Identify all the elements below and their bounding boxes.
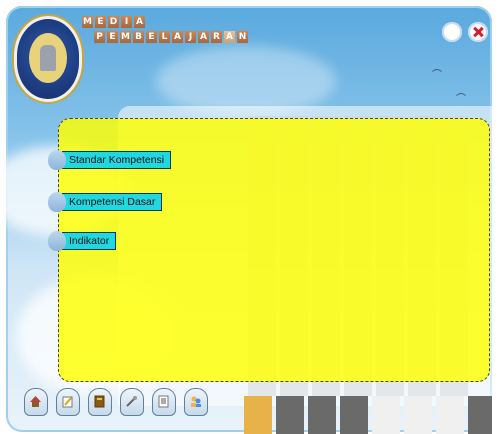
footer-tile: [372, 396, 400, 434]
title-letter-tile: A: [224, 31, 235, 43]
footer-tile: [244, 396, 272, 434]
users-icon: [191, 396, 201, 407]
title-letter-tile: E: [95, 16, 106, 28]
bird-icon: ⌒: [456, 94, 466, 105]
pencil-icon: [62, 396, 73, 408]
menu-label[interactable]: Standar Kompetensi: [62, 151, 172, 169]
home-button[interactable]: [24, 388, 48, 416]
document-icon: [158, 395, 169, 408]
home-icon: [30, 396, 41, 407]
title-letter-tile: J: [185, 31, 196, 43]
close-button[interactable]: [468, 22, 488, 42]
university-emblem-icon: [14, 16, 82, 102]
title-letter-tile: A: [172, 31, 183, 43]
title-letter-tile: A: [198, 31, 209, 43]
wrench-icon: [126, 396, 137, 407]
title-letter-tile: E: [107, 31, 118, 43]
document-button[interactable]: [152, 388, 176, 416]
title-letter-tile: I: [121, 16, 132, 28]
menu-kompetensi-dasar[interactable]: Kompetensi Dasar: [48, 192, 163, 212]
info-button[interactable]: [442, 22, 462, 42]
book-icon: [94, 395, 105, 408]
app-title: MEDIA PEMBELAJARAN: [82, 16, 248, 43]
bubble-icon: [48, 150, 66, 170]
footer-tile: [436, 396, 464, 434]
tools-button[interactable]: [120, 388, 144, 416]
bottom-toolbar: [24, 388, 208, 416]
title-letter-tile: P: [94, 31, 105, 43]
bird-icon: ⌒: [432, 70, 442, 81]
menu-label[interactable]: Indikator: [62, 232, 117, 250]
edit-button[interactable]: [56, 388, 80, 416]
footer-tile: [404, 396, 432, 434]
menu-indikator[interactable]: Indikator: [48, 231, 117, 251]
footer-tile: [340, 396, 368, 434]
title-letter-tile: D: [108, 16, 119, 28]
footer-tile: [468, 396, 492, 434]
book-button[interactable]: [88, 388, 112, 416]
bubble-icon: [48, 231, 66, 251]
title-letter-tile: R: [211, 31, 222, 43]
title-letter-tile: M: [120, 31, 131, 43]
bubble-icon: [48, 192, 66, 212]
title-letter-tile: L: [159, 31, 170, 43]
users-button[interactable]: [184, 388, 208, 416]
footer-tile: [276, 396, 304, 434]
title-letter-tile: A: [134, 16, 145, 28]
title-letter-tile: N: [237, 31, 248, 43]
footer-tile: [308, 396, 336, 434]
title-letter-tile: E: [146, 31, 157, 43]
menu-standar-kompetensi[interactable]: Standar Kompetensi: [48, 150, 172, 170]
title-letter-tile: M: [82, 16, 93, 28]
title-letter-tile: B: [133, 31, 144, 43]
menu-label[interactable]: Kompetensi Dasar: [62, 193, 163, 211]
